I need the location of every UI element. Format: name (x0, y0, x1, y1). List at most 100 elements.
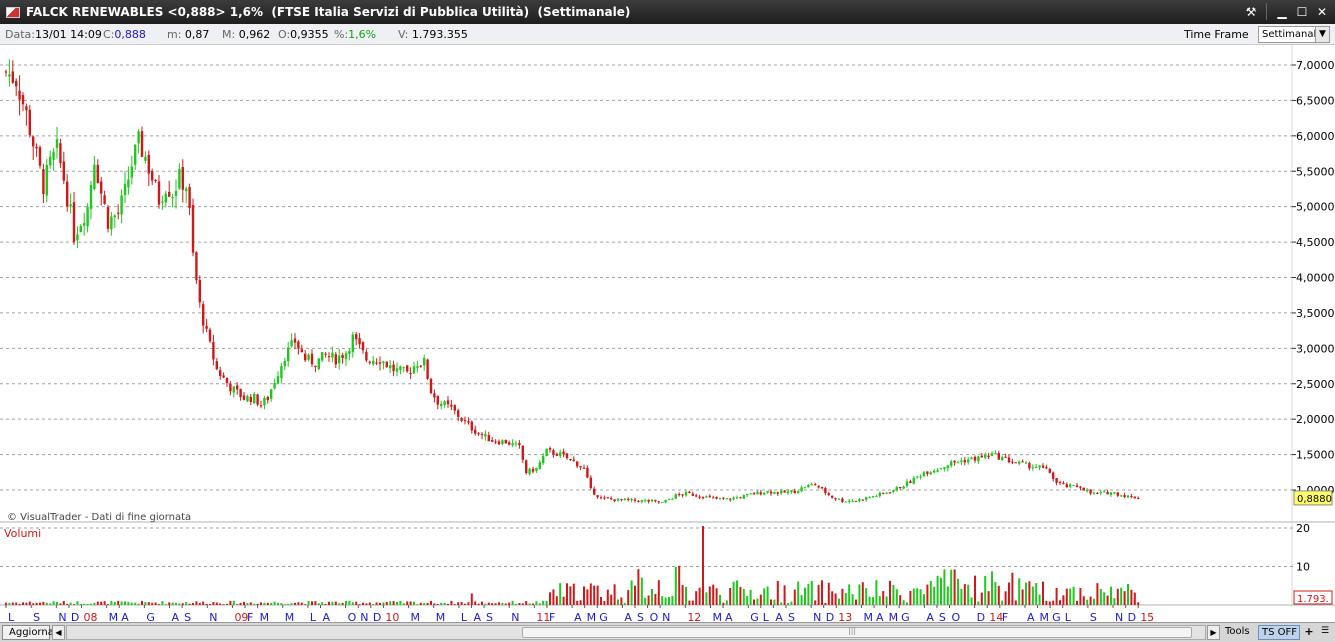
candle-body (96, 164, 99, 184)
timeframe-select[interactable]: Settimanale ▼ (1258, 26, 1330, 43)
candle-body (875, 495, 878, 497)
volume-bar (933, 586, 936, 605)
volume-bar (464, 603, 466, 605)
volume-bar (793, 589, 796, 605)
volume-bar (107, 604, 109, 605)
maximize-icon[interactable]: ☐ (1293, 3, 1311, 20)
volume-bar (535, 601, 538, 605)
candle-body (195, 252, 198, 281)
x-axis-label: M (587, 611, 597, 622)
candle-body (310, 353, 314, 365)
volume-bar (42, 601, 45, 605)
candle-body (1024, 462, 1028, 464)
x-axis-label: L (1065, 611, 1072, 622)
candle-body (831, 495, 834, 498)
chevron-down-icon[interactable]: ▼ (1315, 27, 1329, 42)
close-field: C:0,888 (103, 28, 146, 41)
chart-area[interactable]: 7,0000 6,5000 6,0000 5,5000 5,0000 4,5000 4,00… (0, 45, 1335, 622)
volume-bar (460, 602, 463, 605)
update-button[interactable]: Aggiorna (2, 625, 54, 640)
volume-bar (294, 602, 296, 605)
x-axis-label: N (1115, 611, 1123, 622)
volume-bar (467, 602, 470, 605)
volume-bar (1099, 589, 1102, 605)
tools-icon[interactable]: ⚒ (1242, 3, 1260, 20)
volume-bar (35, 602, 38, 605)
volume-bar (783, 585, 786, 605)
candle-body (678, 493, 681, 495)
volume-bar (766, 586, 769, 605)
candle-body (79, 225, 82, 232)
candle-body (205, 325, 208, 329)
candle-body (89, 184, 93, 209)
candle-body (144, 156, 147, 161)
price-volume-chart[interactable]: 7,0000 6,5000 6,0000 5,5000 5,0000 4,5000 4,00… (0, 45, 1335, 622)
price-axis-label: 5,5000 (1296, 165, 1335, 178)
volume-bar (960, 588, 963, 605)
candle-body (358, 338, 361, 345)
volume-bar (457, 602, 460, 605)
close-icon[interactable]: ✕ (1313, 3, 1331, 20)
menu-icon[interactable]: ☰ (1318, 625, 1332, 640)
volume-bar (164, 604, 167, 605)
candle-body (62, 161, 65, 181)
tools-button[interactable]: Tools (1222, 625, 1256, 640)
volume-bar (630, 580, 633, 605)
candle-body (1007, 457, 1011, 463)
volume-bar (1110, 586, 1112, 605)
candle-body (565, 453, 569, 459)
x-axis-label: S (788, 611, 795, 622)
volume-bar (810, 580, 813, 605)
x-axis-label: M (260, 611, 270, 622)
candle-body (253, 393, 256, 404)
ts-off-button[interactable]: TS OFF (1258, 625, 1300, 640)
scroll-right-button[interactable]: ▶ (1207, 625, 1220, 640)
candle-body (1126, 495, 1130, 498)
candle-body (973, 456, 977, 461)
volume-bar (722, 602, 725, 605)
candle-body (905, 481, 909, 487)
volume-bar (270, 602, 273, 605)
candle-body (463, 420, 467, 422)
x-axis-label: N (209, 611, 217, 622)
volume-bar (977, 601, 980, 605)
candle-body (409, 372, 412, 374)
candle-body (1116, 492, 1119, 496)
candle-body (667, 499, 671, 501)
candle-body (450, 404, 453, 407)
candle-body (827, 493, 830, 496)
candle-body (837, 498, 841, 500)
price-axis-label: 4,0000 (1296, 272, 1335, 285)
volume-bar (715, 588, 718, 605)
candle-body (276, 376, 280, 384)
candle-body (596, 495, 599, 498)
volume-bar (385, 602, 388, 605)
candle-body (654, 499, 657, 501)
volume-bar (1079, 588, 1082, 605)
volume-bar (620, 597, 623, 605)
candle-body (820, 486, 824, 489)
candle-body (344, 353, 348, 360)
candle-body (569, 458, 572, 460)
x-axis-label: N (360, 611, 368, 622)
volume-bar (946, 586, 949, 605)
scroll-left-button[interactable]: ◀ (52, 625, 65, 640)
volume-bar (430, 600, 432, 605)
add-button[interactable]: + (1302, 625, 1316, 640)
volume-bar (708, 586, 711, 605)
x-axis-label: M (863, 611, 873, 622)
volume-bar (307, 600, 310, 605)
minimize-icon[interactable]: ▁ (1273, 3, 1291, 20)
volume-bar (695, 591, 698, 605)
candle-body (1045, 467, 1048, 469)
volume-bar (538, 603, 541, 605)
horizontal-scrollbar[interactable] (66, 625, 1206, 640)
candle-body (110, 216, 113, 230)
candle-body (219, 370, 222, 377)
volume-bar (1106, 595, 1109, 605)
scrollbar-thumb[interactable] (522, 626, 1192, 638)
volume-bar (372, 603, 375, 605)
candle-body (780, 490, 783, 494)
volume-bar (32, 603, 35, 605)
volume-bar (817, 584, 820, 605)
